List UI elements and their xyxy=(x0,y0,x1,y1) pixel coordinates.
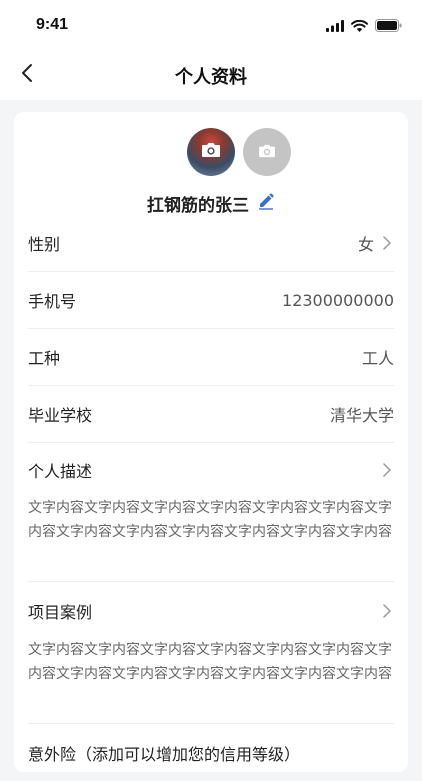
field-value: 清华大学 xyxy=(329,406,394,425)
field-row-job-type[interactable]: 工种 工人 xyxy=(28,329,394,386)
edit-pencil-icon[interactable] xyxy=(257,192,275,214)
field-label: 工种 xyxy=(28,349,61,368)
wifi-icon xyxy=(351,17,368,36)
field-label: 性别 xyxy=(28,235,61,254)
camera-icon xyxy=(201,142,221,162)
chevron-right-icon xyxy=(380,462,394,477)
field-value: 12300000000 xyxy=(282,290,394,310)
page-title: 个人资料 xyxy=(175,67,247,88)
status-icons xyxy=(326,17,402,36)
section-header-projects[interactable]: 项目案例 xyxy=(28,582,394,639)
section-text-projects: 文字内容文字内容文字内容文字内容文字内容文字内容文字内容文字内容文字内容文字内容… xyxy=(28,642,392,682)
status-time: 9:41 xyxy=(36,16,69,33)
section-header-insurance[interactable]: 意外险（添加可以增加您的信用等级） xyxy=(28,724,394,781)
field-value: 女 xyxy=(357,235,374,254)
avatar-photo[interactable] xyxy=(187,128,235,176)
field-row-phone[interactable]: 手机号 12300000000 xyxy=(28,272,394,329)
section-label: 项目案例 xyxy=(28,602,93,622)
profile-name: 扛钢筋的张三 xyxy=(147,195,249,216)
field-row-school[interactable]: 毕业学校 清华大学 xyxy=(28,386,394,443)
section-label: 意外险（添加可以增加您的信用等级） xyxy=(28,744,301,764)
chevron-right-icon xyxy=(380,603,394,618)
chevron-right-icon xyxy=(380,236,394,250)
avatar-add-photo[interactable] xyxy=(243,128,291,176)
camera-icon xyxy=(258,143,276,162)
section-text-description: 文字内容文字内容文字内容文字内容文字内容文字内容文字内容文字内容文字内容文字内容… xyxy=(28,500,392,540)
field-label: 毕业学校 xyxy=(28,406,93,425)
status-bar: 9:41 xyxy=(0,0,422,50)
field-row-gender[interactable]: 性别 女 xyxy=(28,215,394,272)
section-header-description[interactable]: 个人描述 xyxy=(28,441,394,498)
signal-icon xyxy=(326,17,344,36)
field-label: 手机号 xyxy=(28,292,77,311)
battery-icon xyxy=(375,17,402,36)
profile-name-row: 扛钢筋的张三 xyxy=(14,190,408,216)
section-label: 个人描述 xyxy=(28,461,93,481)
nav-bar: 个人资料 xyxy=(0,50,422,100)
profile-card: 扛钢筋的张三 性别 女 手机号 12300000000 工种 工人 毕业学校 清… xyxy=(14,112,408,772)
field-value: 工人 xyxy=(361,349,394,368)
